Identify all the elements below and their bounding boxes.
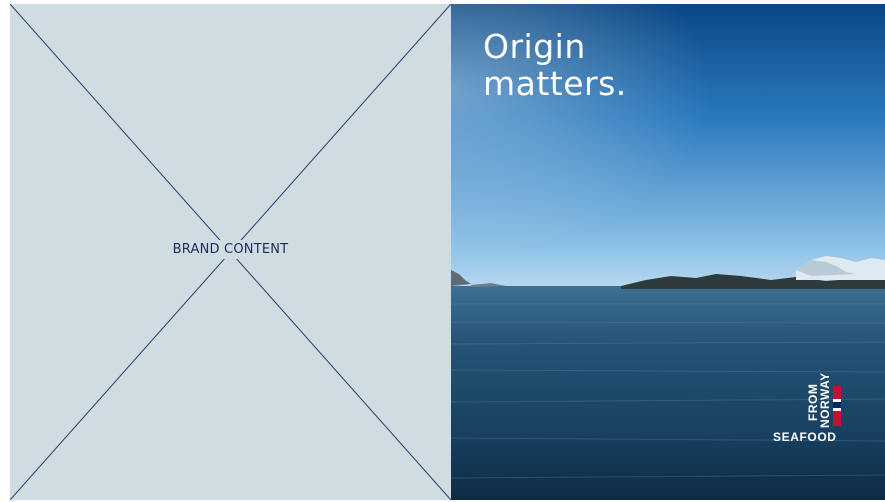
brand-content-label: BRAND CONTENT (166, 240, 295, 259)
logo-seafood-text: SEAFOOD (773, 430, 837, 444)
headline-line-2: matters. (483, 64, 627, 103)
seafood-from-norway-logo: SEAFOOD FROM NORWAY (773, 372, 857, 464)
headline-line-1: Origin (483, 27, 586, 66)
ad-canvas: BRAND CONTENT Origin matters. SEAFOOD FR… (10, 4, 885, 500)
logo-norway-text: NORWAY (818, 372, 832, 428)
brand-content-label-wrap: BRAND CONTENT (10, 240, 451, 259)
norway-flag-icon (833, 386, 841, 426)
brand-content-placeholder: BRAND CONTENT (10, 4, 451, 500)
headline: Origin matters. (483, 28, 627, 102)
photo-panel: Origin matters. SEAFOOD FROM NORWAY (451, 4, 885, 500)
